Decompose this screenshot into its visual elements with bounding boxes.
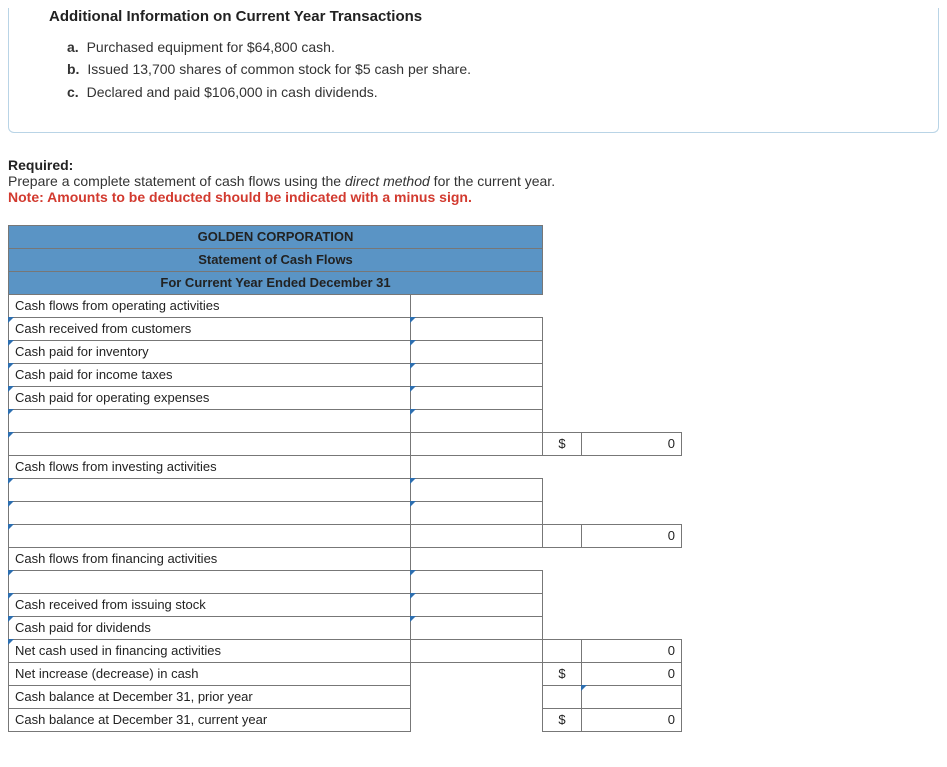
row-inv-blank-2[interactable] [9, 501, 411, 524]
dropdown-icon [410, 616, 416, 622]
dropdown-icon [410, 478, 416, 484]
dropdown-icon [8, 524, 14, 530]
input-inv-subtotal-left[interactable] [411, 524, 543, 547]
row-fin-blank-1[interactable] [9, 570, 411, 593]
dropdown-icon [8, 593, 14, 599]
dropdown-icon [8, 317, 14, 323]
row-op-paid-taxes[interactable]: Cash paid for income taxes [9, 363, 411, 386]
row-op-paid-expenses[interactable]: Cash paid for operating expenses [9, 386, 411, 409]
dropdown-icon [8, 501, 14, 507]
info-marker: c. [67, 84, 79, 100]
dropdown-icon [8, 432, 14, 438]
inv-subtotal-val: 0 [582, 524, 682, 547]
info-title: Additional Information on Current Year T… [49, 8, 908, 25]
info-text: Purchased equipment for $64,800 cash. [87, 39, 335, 55]
required-note: Note: Amounts to be deducted should be i… [8, 189, 947, 205]
info-item-c: c. Declared and paid $106,000 in cash di… [67, 82, 908, 102]
dropdown-icon [8, 570, 14, 576]
row-op-paid-inventory[interactable]: Cash paid for inventory [9, 340, 411, 363]
input-op-4[interactable] [411, 386, 543, 409]
dropdown-icon [8, 639, 14, 645]
row-current-balance[interactable]: Cash balance at December 31, current yea… [9, 708, 411, 731]
input-op-1[interactable] [411, 317, 543, 340]
stmt-header-title: Statement of Cash Flows [9, 248, 543, 271]
stmt-header-period: For Current Year Ended December 31 [9, 271, 543, 294]
input-op-2[interactable] [411, 340, 543, 363]
prior-sym [543, 685, 582, 708]
row-inv-blank-1[interactable] [9, 478, 411, 501]
dropdown-icon [410, 593, 416, 599]
dropdown-icon [581, 685, 587, 691]
dropdown-icon [410, 317, 416, 323]
info-item-b: b. Issued 13,700 shares of common stock … [67, 59, 908, 79]
dropdown-icon [410, 570, 416, 576]
row-op-blank-1[interactable] [9, 409, 411, 432]
input-inv-2[interactable] [411, 501, 543, 524]
dropdown-icon [8, 340, 14, 346]
input-fin-1[interactable] [411, 593, 543, 616]
required-text: Prepare a complete statement of cash flo… [8, 173, 947, 189]
info-marker: a. [67, 39, 79, 55]
row-inv-subtotal[interactable] [9, 524, 411, 547]
row-fin-head[interactable]: Cash flows from financing activities [9, 547, 411, 570]
dropdown-icon [8, 409, 14, 415]
input-fin-2[interactable] [411, 616, 543, 639]
dropdown-icon [410, 409, 416, 415]
additional-info-box: Additional Information on Current Year T… [8, 8, 939, 133]
row-fin-issuing-stock[interactable]: Cash received from issuing stock [9, 593, 411, 616]
input-inv-1[interactable] [411, 478, 543, 501]
row-op-head[interactable]: Cash flows from operating activities [9, 294, 411, 317]
dropdown-icon [8, 386, 14, 392]
input-fin-3-left[interactable] [411, 639, 543, 662]
info-marker: b. [67, 61, 79, 77]
row-fin-dividends[interactable]: Cash paid for dividends [9, 616, 411, 639]
dropdown-icon [410, 501, 416, 507]
row-op-subtotal[interactable] [9, 432, 411, 455]
dropdown-icon [410, 386, 416, 392]
curr-val: 0 [582, 708, 682, 731]
required-text-em: direct method [345, 173, 430, 189]
input-prior[interactable] [582, 685, 682, 708]
inv-subtotal-sym [543, 524, 582, 547]
row-op-cash-received[interactable]: Cash received from customers [9, 317, 411, 340]
dropdown-icon [410, 340, 416, 346]
info-text: Issued 13,700 shares of common stock for… [87, 61, 471, 77]
fin-3-val: 0 [582, 639, 682, 662]
info-text: Declared and paid $106,000 in cash divid… [87, 84, 378, 100]
op-subtotal-val: 0 [582, 432, 682, 455]
net-change-val: 0 [582, 662, 682, 685]
dropdown-icon [8, 363, 14, 369]
required-text-pre: Prepare a complete statement of cash flo… [8, 173, 345, 189]
statement-table-wrap: GOLDEN CORPORATION Statement of Cash Flo… [8, 225, 947, 732]
row-net-change[interactable]: Net increase (decrease) in cash [9, 662, 411, 685]
input-fin-blank-1[interactable] [411, 570, 543, 593]
dropdown-icon [8, 478, 14, 484]
statement-table: GOLDEN CORPORATION Statement of Cash Flo… [8, 225, 682, 732]
op-subtotal-sym: $ [543, 432, 582, 455]
dropdown-icon [8, 616, 14, 622]
input-op-subtotal-left[interactable] [411, 432, 543, 455]
row-inv-head[interactable]: Cash flows from investing activities [9, 455, 411, 478]
required-block: Required: Prepare a complete statement o… [8, 157, 947, 205]
required-label: Required: [8, 157, 947, 173]
input-op-blank-1[interactable] [411, 409, 543, 432]
input-op-3[interactable] [411, 363, 543, 386]
net-change-sym: $ [543, 662, 582, 685]
dropdown-icon [410, 363, 416, 369]
info-item-a: a. Purchased equipment for $64,800 cash. [67, 37, 908, 57]
stmt-header-company: GOLDEN CORPORATION [9, 225, 543, 248]
row-prior-balance[interactable]: Cash balance at December 31, prior year [9, 685, 411, 708]
fin-3-sym [543, 639, 582, 662]
required-text-post: for the current year. [430, 173, 555, 189]
curr-sym: $ [543, 708, 582, 731]
row-fin-net-used[interactable]: Net cash used in financing activities [9, 639, 411, 662]
info-list: a. Purchased equipment for $64,800 cash.… [67, 37, 908, 102]
